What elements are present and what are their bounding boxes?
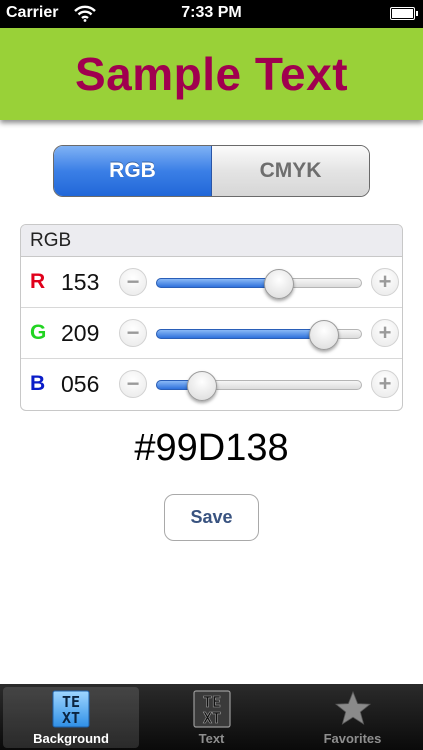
sample-text: Sample Text — [74, 48, 349, 100]
slider-thumb[interactable] — [187, 371, 217, 401]
slider-track[interactable] — [156, 269, 362, 299]
increment-button[interactable]: + — [371, 268, 399, 296]
increment-button[interactable]: + — [371, 370, 399, 398]
clock: 7:33 PM — [181, 4, 242, 21]
tab-label: Favorites — [323, 731, 382, 746]
hex-value: #99D138 — [134, 427, 289, 469]
decrement-button[interactable]: − — [119, 319, 147, 347]
save-button[interactable]: Save — [164, 494, 259, 541]
channel-value: 153 — [61, 269, 100, 295]
tab-favorites[interactable]: Favorites — [282, 687, 423, 748]
channel-row-red: R 153 − + — [21, 257, 402, 308]
slider-track[interactable] — [156, 320, 362, 350]
tab-background[interactable]: TE XT Background — [3, 687, 139, 748]
channel-row-blue: B 056 − + — [21, 359, 402, 410]
battery-icon — [390, 7, 418, 20]
channel-letter: B — [30, 372, 46, 395]
tile-text-bottom: XT — [62, 709, 80, 727]
tab-label: Background — [33, 731, 109, 746]
channel-value: 209 — [61, 320, 100, 346]
text-tile-icon: TE XT — [52, 690, 90, 728]
slider-fill — [156, 329, 325, 339]
panel-title: RGB — [21, 225, 402, 257]
slider-thumb[interactable] — [264, 269, 294, 299]
channel-value: 056 — [61, 371, 100, 397]
decrement-button[interactable]: − — [119, 370, 147, 398]
increment-button[interactable]: + — [371, 319, 399, 347]
status-bar: Carrier 7:33 PM — [0, 0, 423, 28]
color-mode-control: RGB CMYK — [53, 145, 370, 197]
slider-thumb[interactable] — [309, 320, 339, 350]
tab-bar: TE XT Background TE XT Text Favorites — [0, 684, 423, 750]
channel-row-green: G 209 − + — [21, 308, 402, 359]
star-icon — [334, 690, 371, 725]
tab-label: Text — [198, 731, 225, 746]
tab-text[interactable]: TE XT Text — [141, 687, 282, 748]
channel-letter: G — [30, 321, 47, 344]
decrement-button[interactable]: − — [119, 268, 147, 296]
preview-banner: Sample Text — [0, 28, 423, 120]
text-tile-icon: TE XT — [192, 690, 231, 728]
slider-track[interactable] — [156, 371, 362, 401]
slider-fill — [156, 278, 280, 288]
segment-rgb[interactable]: RGB — [54, 146, 212, 196]
segment-cmyk[interactable]: CMYK — [212, 146, 369, 196]
tile-text-bottom: XT — [202, 709, 220, 727]
rgb-panel: RGB R 153 − + G 209 − + B 056 − + — [20, 224, 403, 411]
channel-letter: R — [30, 270, 46, 293]
